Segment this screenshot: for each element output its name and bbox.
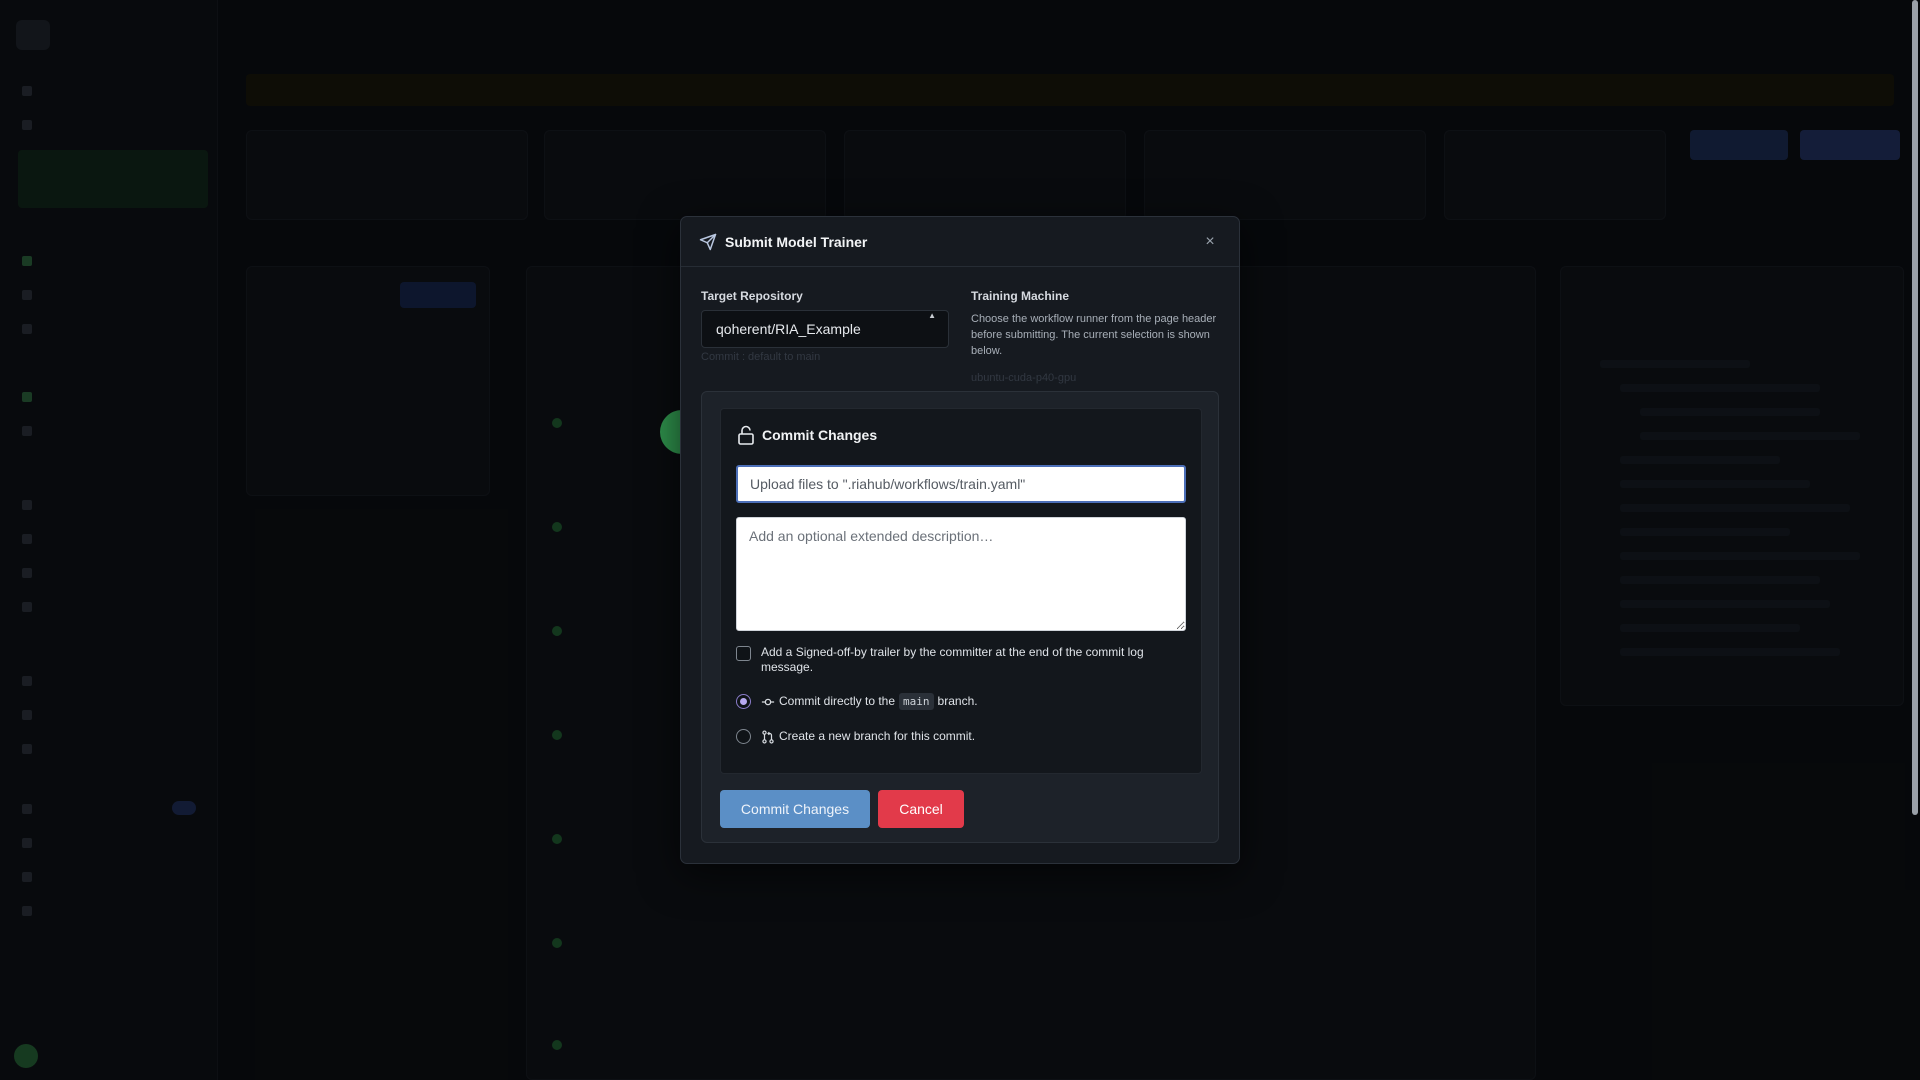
commit-changes-button[interactable]: Commit Changes — [720, 790, 870, 828]
modal-title: Submit Model Trainer — [725, 233, 868, 250]
new-branch-label: Create a new branch for this commit. — [779, 729, 976, 743]
target-repository-value: qoherent/RIA_Example — [716, 321, 861, 337]
commit-direct-label: Commit directly to the main branch. — [761, 693, 978, 710]
commit-title: Commit Changes — [762, 427, 878, 443]
send-icon — [699, 233, 717, 250]
page-scrollbar[interactable] — [1912, 0, 1918, 815]
git-pull-request-icon — [762, 729, 774, 744]
modal-header: Submit Model Trainer × — [681, 217, 1239, 267]
close-icon: × — [1205, 233, 1215, 250]
close-button[interactable]: × — [1199, 231, 1221, 253]
training-machine-label: Training Machine — [971, 289, 1070, 303]
commit-panel: Commit Changes Add a Signed-off-by trail… — [701, 391, 1219, 843]
signoff-option[interactable]: Add a Signed-off-by trailer by the commi… — [736, 645, 1186, 675]
submit-model-trainer-modal: Submit Model Trainer × Target Repository… — [680, 216, 1240, 864]
branch-name: main — [899, 693, 934, 710]
signoff-label: Add a Signed-off-by trailer by the commi… — [761, 645, 1144, 674]
new-branch-option[interactable]: Create a new branch for this commit. — [736, 729, 975, 744]
target-repository-label: Target Repository — [701, 289, 803, 303]
new-branch-label-wrap: Create a new branch for this commit. — [761, 729, 975, 744]
commit-direct-prefix: Commit directly to the — [779, 694, 896, 708]
commit-header: Commit Changes — [737, 425, 877, 445]
unlock-icon — [738, 425, 754, 445]
new-branch-radio[interactable] — [736, 729, 751, 744]
training-machine-current: ubuntu-cuda-p40-gpu — [971, 372, 1077, 384]
git-commit-icon — [761, 698, 775, 705]
target-repository-select[interactable]: qoherent/RIA_Example ▲ — [701, 310, 949, 348]
training-machine-description: Choose the workflow runner from the page… — [971, 313, 1217, 357]
caret-up-icon: ▲ — [928, 311, 936, 320]
commit-direct-radio[interactable] — [736, 694, 751, 709]
target-repository-hint: Commit : default to main — [701, 351, 821, 363]
commit-description-textarea[interactable] — [736, 517, 1186, 631]
commit-form: Commit Changes Add a Signed-off-by trail… — [720, 408, 1202, 774]
commit-direct-suffix: branch. — [937, 694, 978, 708]
commit-direct-option[interactable]: Commit directly to the main branch. — [736, 693, 978, 710]
commit-summary-input[interactable] — [736, 465, 1186, 503]
signoff-checkbox[interactable] — [736, 646, 751, 661]
cancel-button[interactable]: Cancel — [878, 790, 964, 828]
